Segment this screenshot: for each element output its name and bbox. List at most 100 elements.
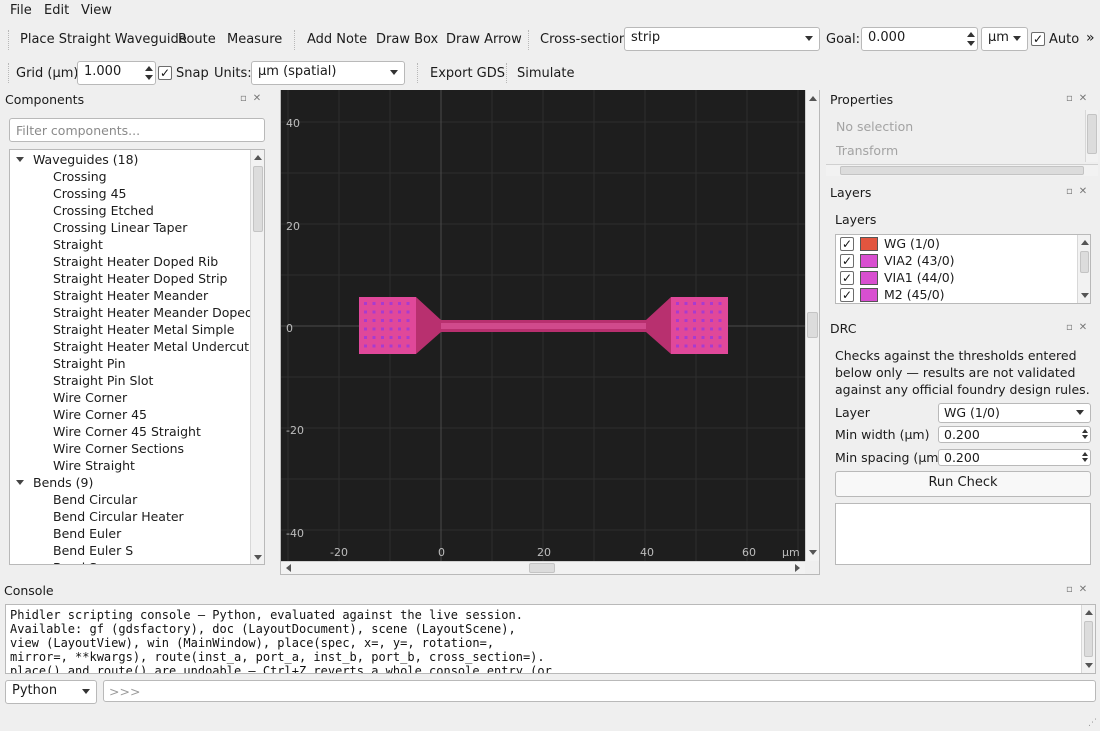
measure-button[interactable]: Measure: [227, 32, 282, 47]
tree-item-label: Bend S: [53, 560, 97, 564]
min-spacing-input[interactable]: 0.200: [938, 449, 1091, 466]
tree-item-label: Straight Heater Doped Strip: [53, 271, 228, 286]
via-square: [684, 344, 688, 348]
language-select[interactable]: Python: [5, 680, 97, 704]
properties-hscrollbar[interactable]: [826, 164, 1098, 176]
scroll-down-icon[interactable]: [1085, 663, 1093, 668]
dock-float-close-icons[interactable]: ▫✕: [1066, 186, 1093, 197]
scroll-thumb[interactable]: [807, 312, 818, 338]
menu-file[interactable]: File: [10, 3, 32, 18]
layers-list[interactable]: ✓ WG (1/0) ✓ VIA2 (43/0) ✓ VIA1 (44/0) ✓ M2 (45…: [835, 234, 1091, 304]
console-prompt-placeholder: >>>: [109, 684, 141, 699]
goal-unit-select[interactable]: µm: [981, 27, 1028, 51]
layer-color-swatch[interactable]: [860, 271, 878, 285]
layers-scrollbar[interactable]: [1077, 235, 1090, 303]
auto-checkbox[interactable]: ✓: [1031, 32, 1045, 46]
scroll-thumb[interactable]: [1080, 251, 1089, 273]
auto-label: Auto: [1049, 32, 1080, 47]
scroll-thumb[interactable]: [1084, 621, 1093, 657]
cross-section-select[interactable]: strip: [624, 27, 820, 51]
min-width-input[interactable]: 0.200: [938, 426, 1091, 443]
scroll-thumb[interactable]: [1087, 114, 1097, 154]
simulate-button[interactable]: Simulate: [517, 66, 574, 81]
properties-scrollbar[interactable]: [1085, 110, 1098, 162]
spin-up-icon[interactable]: [967, 32, 975, 37]
layers-subtitle: Layers: [835, 212, 877, 227]
console-scrollbar[interactable]: [1081, 605, 1095, 673]
toolbar-separator: [417, 63, 418, 83]
spin-down-icon[interactable]: [967, 41, 975, 46]
toolbar-grip[interactable]: [8, 30, 9, 50]
via-square: [406, 310, 410, 314]
goal-input[interactable]: 0.000: [861, 27, 978, 51]
route-button[interactable]: Route: [178, 32, 216, 47]
tree-item-label: Straight Pin Slot: [53, 373, 154, 388]
via-square: [364, 310, 367, 314]
dock-float-close-icons[interactable]: ▫✕: [1066, 322, 1093, 333]
components-tree[interactable]: Waveguides (18) Crossing Crossing 45 Crossi…: [9, 149, 265, 565]
scroll-up-icon[interactable]: [254, 155, 262, 160]
grid-input[interactable]: 1.000: [77, 61, 156, 85]
via-square: [406, 327, 410, 331]
language-value: Python: [12, 683, 58, 698]
console-input[interactable]: >>>: [103, 680, 1096, 702]
scroll-thumb[interactable]: [253, 166, 263, 232]
via-square: [701, 327, 705, 331]
spin-up-icon[interactable]: [145, 66, 153, 71]
via-square: [701, 344, 705, 348]
min-width-value: 0.200: [944, 427, 980, 442]
scroll-down-icon[interactable]: [1081, 293, 1089, 298]
tree-item-label: Wire Corner Sections: [53, 441, 185, 456]
spin-down-icon[interactable]: [145, 75, 153, 80]
spin-down-icon[interactable]: [1082, 435, 1088, 439]
dock-float-close-icons[interactable]: ▫✕: [1066, 584, 1093, 595]
add-note-button[interactable]: Add Note: [307, 32, 367, 47]
scroll-right-icon[interactable]: [795, 564, 800, 572]
layer-color-swatch[interactable]: [860, 288, 878, 302]
console-line: view (LayoutView), win (MainWindow), pla…: [10, 636, 495, 650]
spin-up-icon[interactable]: [1082, 452, 1088, 456]
scroll-thumb[interactable]: [840, 166, 1084, 175]
layer-visibility-checkbox[interactable]: ✓: [840, 254, 854, 268]
chevron-down-icon[interactable]: [16, 157, 24, 162]
spin-down-icon[interactable]: [1082, 458, 1088, 462]
layer-visibility-checkbox[interactable]: ✓: [840, 237, 854, 251]
units-select[interactable]: µm (spatial): [251, 61, 405, 85]
scroll-thumb[interactable]: [529, 563, 555, 573]
y-tick-label: 40: [286, 117, 300, 130]
chevron-down-icon[interactable]: [16, 480, 24, 485]
canvas-hscrollbar[interactable]: [281, 561, 805, 574]
draw-box-button[interactable]: Draw Box: [376, 32, 438, 47]
dock-float-close-icons[interactable]: ▫✕: [240, 93, 267, 104]
canvas-vscrollbar[interactable]: [805, 90, 819, 561]
filter-components-input[interactable]: Filter components...: [9, 118, 265, 142]
resize-grip-icon[interactable]: ⋰: [1088, 718, 1097, 728]
layer-visibility-checkbox[interactable]: ✓: [840, 288, 854, 302]
drc-results-box[interactable]: [835, 503, 1091, 565]
draw-arrow-button[interactable]: Draw Arrow: [446, 32, 522, 47]
place-straight-waveguide-button[interactable]: Place Straight Waveguide: [20, 32, 187, 47]
toolbar-overflow-button[interactable]: »: [1086, 30, 1095, 46]
spin-up-icon[interactable]: [1082, 429, 1088, 433]
components-scrollbar[interactable]: [250, 150, 264, 564]
export-gds-button[interactable]: Export GDS: [430, 66, 505, 81]
layer-color-swatch[interactable]: [860, 254, 878, 268]
dock-float-close-icons[interactable]: ▫✕: [1066, 93, 1093, 104]
scroll-down-icon[interactable]: [809, 550, 817, 555]
console-output[interactable]: Phidler scripting console — Python, eval…: [5, 604, 1096, 674]
scroll-down-icon[interactable]: [254, 555, 262, 560]
layer-visibility-checkbox[interactable]: ✓: [840, 271, 854, 285]
drc-layer-select[interactable]: WG (1/0): [938, 403, 1091, 423]
scroll-left-icon[interactable]: [286, 564, 291, 572]
scroll-up-icon[interactable]: [1081, 240, 1089, 245]
scroll-up-icon[interactable]: [1085, 610, 1093, 615]
toolbar-grip[interactable]: [8, 63, 9, 83]
menu-edit[interactable]: Edit: [44, 3, 69, 18]
chevron-down-icon: [1076, 410, 1084, 415]
layer-color-swatch[interactable]: [860, 237, 878, 251]
snap-checkbox[interactable]: ✓: [158, 66, 172, 80]
menu-view[interactable]: View: [81, 3, 112, 18]
run-check-button[interactable]: Run Check: [835, 471, 1091, 497]
scroll-up-icon[interactable]: [809, 96, 817, 101]
layout-canvas[interactable]: 40 20 0 -20 -40 -20 0 20 40 60 µm: [281, 90, 805, 561]
